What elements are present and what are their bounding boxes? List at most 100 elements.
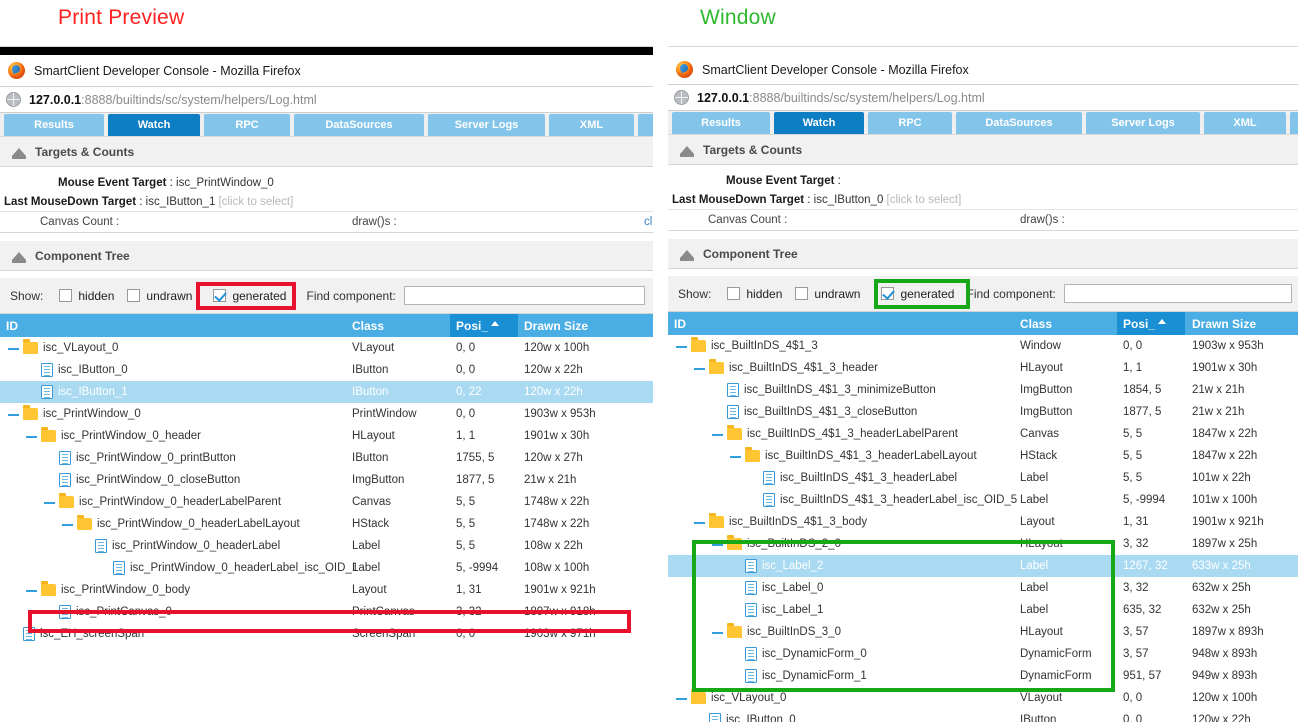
checkbox-undrawn-left[interactable]: undrawn <box>127 289 192 303</box>
checkbox-undrawn-right[interactable]: undrawn <box>795 287 860 301</box>
tree-node-id-cell[interactable]: isc_BuiltInDS_4$1_3_headerLabel_isc_OID_… <box>668 489 1017 511</box>
checkbox-box-undrawn[interactable] <box>795 287 809 300</box>
tab-datasources[interactable]: DataSources <box>956 112 1082 134</box>
column-header-id[interactable]: ID <box>674 317 686 331</box>
tree-node-id-cell[interactable]: isc_BuiltInDS_4$1_3 <box>668 335 818 357</box>
tree-node-id-cell[interactable]: isc_Label_1 <box>668 599 823 621</box>
last-mousedown-target-value[interactable]: isc_IButton_1 <box>146 196 216 208</box>
column-header-position[interactable]: Posi_ <box>456 319 500 333</box>
table-row[interactable]: isc_IButton_1 IButton 0, 22 120w x 22h <box>0 381 653 403</box>
table-row[interactable]: isc_IButton_0 IButton 0, 0 120w x 22h <box>668 709 1298 722</box>
table-row[interactable]: isc_PrintWindow_0 PrintWindow 0, 0 1903w x … <box>0 403 653 425</box>
tab-rpc[interactable]: RPC <box>204 114 290 136</box>
tree-node-id-cell[interactable]: isc_DynamicForm_1 <box>668 665 867 687</box>
tree-node-id-cell[interactable]: isc_PrintWindow_0_headerLabel <box>0 535 280 557</box>
collapse-minus-icon[interactable] <box>676 341 687 352</box>
table-row[interactable]: isc_BuiltInDS_2_0 HLayout 3, 32 1897w x 25h <box>668 533 1298 555</box>
checkbox-box-hidden[interactable] <box>59 289 73 302</box>
tree-node-id-cell[interactable]: isc_BuiltInDS_4$1_3_headerLabelLayout <box>668 445 977 467</box>
click-to-select-hint-left[interactable]: [click to select] <box>219 196 294 208</box>
tree-node-id-cell[interactable]: isc_IButton_1 <box>0 381 128 403</box>
table-row[interactable]: isc_PrintWindow_0_body Layout 1, 31 1901w x… <box>0 579 653 601</box>
column-header-class[interactable]: Class <box>1020 317 1052 331</box>
table-row[interactable]: isc_PrintCanvas_0 PrintCanvas 3, 32 1897w x… <box>0 601 653 623</box>
table-row[interactable]: isc_BuiltInDS_4$1_3 Window 0, 0 1903w x 953… <box>668 335 1298 357</box>
checkbox-box-generated[interactable] <box>881 287 895 300</box>
tab-ws[interactable]: WS <box>638 114 653 136</box>
tree-node-id-cell[interactable]: isc_PrintWindow_0_body <box>0 579 190 601</box>
find-component-input-right[interactable] <box>1063 284 1292 303</box>
table-row[interactable]: isc_PrintWindow_0_header HLayout 1, 1 1901w… <box>0 425 653 447</box>
tab-rpc[interactable]: RPC <box>868 112 952 134</box>
checkbox-box-generated[interactable] <box>213 289 227 302</box>
collapse-minus-icon[interactable] <box>694 363 705 374</box>
collapse-minus-icon[interactable] <box>26 585 37 596</box>
section-targets-counts-right[interactable]: Targets & Counts <box>668 135 1298 165</box>
collapse-minus-icon[interactable] <box>8 409 19 420</box>
table-row[interactable]: isc_BuiltInDS_4$1_3_headerLabel Label 5, 5… <box>668 467 1298 489</box>
table-row[interactable]: isc_PrintWindow_0_headerLabelLayout HStac… <box>0 513 653 535</box>
tree-node-id-cell[interactable]: isc_IButton_0 <box>668 709 796 722</box>
tree-node-id-cell[interactable]: isc_PrintWindow_0_header <box>0 425 201 447</box>
console-tabstrip-left[interactable]: Results Watch RPC DataSources Server Log… <box>0 113 653 137</box>
tab-datasources[interactable]: DataSources <box>294 114 424 136</box>
tree-node-id-cell[interactable]: isc_BuiltInDS_2_0 <box>668 533 841 555</box>
tree-node-id-cell[interactable]: isc_IButton_0 <box>0 359 128 381</box>
tab-xml[interactable]: XML <box>1204 112 1286 134</box>
tree-node-id-cell[interactable]: isc_BuiltInDS_4$1_3_headerLabelParent <box>668 423 958 445</box>
tab-results[interactable]: Results <box>672 112 770 134</box>
table-row[interactable]: isc_Label_2 Label 1267, 32 633w x 25h <box>668 555 1298 577</box>
collapse-minus-icon[interactable] <box>730 451 741 462</box>
column-header-class[interactable]: Class <box>352 319 384 333</box>
table-row[interactable]: isc_BuiltInDS_4$1_3_header HLayout 1, 1 190… <box>668 357 1298 379</box>
tree-node-id-cell[interactable]: isc_BuiltInDS_4$1_3_body <box>668 511 867 533</box>
section-targets-counts-left[interactable]: Targets & Counts <box>0 137 653 167</box>
find-component-input-left[interactable] <box>403 286 645 305</box>
tree-node-id-cell[interactable]: isc_EH_screenSpan <box>0 623 144 645</box>
tree-node-id-cell[interactable]: isc_BuiltInDS_4$1_3_header <box>668 357 878 379</box>
tree-node-id-cell[interactable]: isc_BuiltInDS_4$1_3_minimizeButton <box>668 379 936 401</box>
tab-watch[interactable]: Watch <box>108 114 200 136</box>
table-row[interactable]: isc_PrintWindow_0_headerLabelParent Canva… <box>0 491 653 513</box>
table-row[interactable]: isc_PrintWindow_0_printButton IButton 1755… <box>0 447 653 469</box>
tab-server-logs[interactable]: Server Logs <box>428 114 545 136</box>
mouse-event-target-value[interactable]: isc_PrintWindow_0 <box>176 177 274 189</box>
click-to-select-hint-right[interactable]: [click to select] <box>887 194 962 206</box>
tree-node-id-cell[interactable]: isc_PrintWindow_0 <box>0 403 141 425</box>
collapse-minus-icon[interactable] <box>26 431 37 442</box>
table-row[interactable]: isc_BuiltInDS_4$1_3_headerLabel_isc_OID_… <box>668 489 1298 511</box>
table-row[interactable]: isc_BuiltInDS_4$1_3_headerLabelLayout HSt… <box>668 445 1298 467</box>
table-row[interactable]: isc_VLayout_0 VLayout 0, 0 120w x 100h <box>668 687 1298 709</box>
table-row[interactable]: isc_PrintWindow_0_headerLabel_isc_OID_1 L… <box>0 557 653 579</box>
tree-node-id-cell[interactable]: isc_BuiltInDS_4$1_3_headerLabel <box>668 467 957 489</box>
tab-xml[interactable]: XML <box>549 114 634 136</box>
tree-node-id-cell[interactable]: isc_PrintWindow_0_closeButton <box>0 469 240 491</box>
tab-results[interactable]: Results <box>4 114 104 136</box>
table-row[interactable]: isc_Label_1 Label 635, 32 632w x 25h <box>668 599 1298 621</box>
tree-node-id-cell[interactable]: isc_VLayout_0 <box>668 687 786 709</box>
tab-server-logs[interactable]: Server Logs <box>1086 112 1200 134</box>
column-header-id[interactable]: ID <box>6 319 18 333</box>
tree-node-id-cell[interactable]: isc_PrintCanvas_0 <box>0 601 172 623</box>
collapse-minus-icon[interactable] <box>712 627 723 638</box>
component-tree-grid-left[interactable]: isc_VLayout_0 VLayout 0, 0 120w x 100h isc_I… <box>0 337 653 645</box>
table-row[interactable]: isc_BuiltInDS_4$1_3_headerLabelParent Can… <box>668 423 1298 445</box>
collapse-minus-icon[interactable] <box>8 343 19 354</box>
section-component-tree-left[interactable]: Component Tree <box>0 241 653 271</box>
tree-node-id-cell[interactable]: isc_PrintWindow_0_headerLabel_isc_OID_1 <box>0 557 358 579</box>
table-row[interactable]: isc_DynamicForm_0 DynamicForm 3, 57 948w x … <box>668 643 1298 665</box>
section-component-tree-right[interactable]: Component Tree <box>668 239 1298 269</box>
component-tree-grid-right[interactable]: isc_BuiltInDS_4$1_3 Window 0, 0 1903w x 953… <box>668 335 1298 722</box>
column-header-drawn-size[interactable]: Drawn Size <box>1192 317 1256 331</box>
table-row[interactable]: isc_Label_0 Label 3, 32 632w x 25h <box>668 577 1298 599</box>
tree-node-id-cell[interactable]: isc_VLayout_0 <box>0 337 118 359</box>
tree-node-id-cell[interactable]: isc_Label_2 <box>668 555 823 577</box>
table-row[interactable]: isc_IButton_0 IButton 0, 0 120w x 22h <box>0 359 653 381</box>
last-mousedown-target-value[interactable]: isc_IButton_0 <box>814 194 884 206</box>
tree-node-id-cell[interactable]: isc_PrintWindow_0_headerLabelParent <box>0 491 281 513</box>
table-row[interactable]: isc_PrintWindow_0_closeButton ImgButton 18… <box>0 469 653 491</box>
tab-watch[interactable]: Watch <box>774 112 864 134</box>
console-tabstrip-right[interactable]: Results Watch RPC DataSources Server Log… <box>668 111 1298 135</box>
table-row[interactable]: isc_BuiltInDS_4$1_3_body Layout 1, 31 1901w… <box>668 511 1298 533</box>
collapse-minus-icon[interactable] <box>694 517 705 528</box>
